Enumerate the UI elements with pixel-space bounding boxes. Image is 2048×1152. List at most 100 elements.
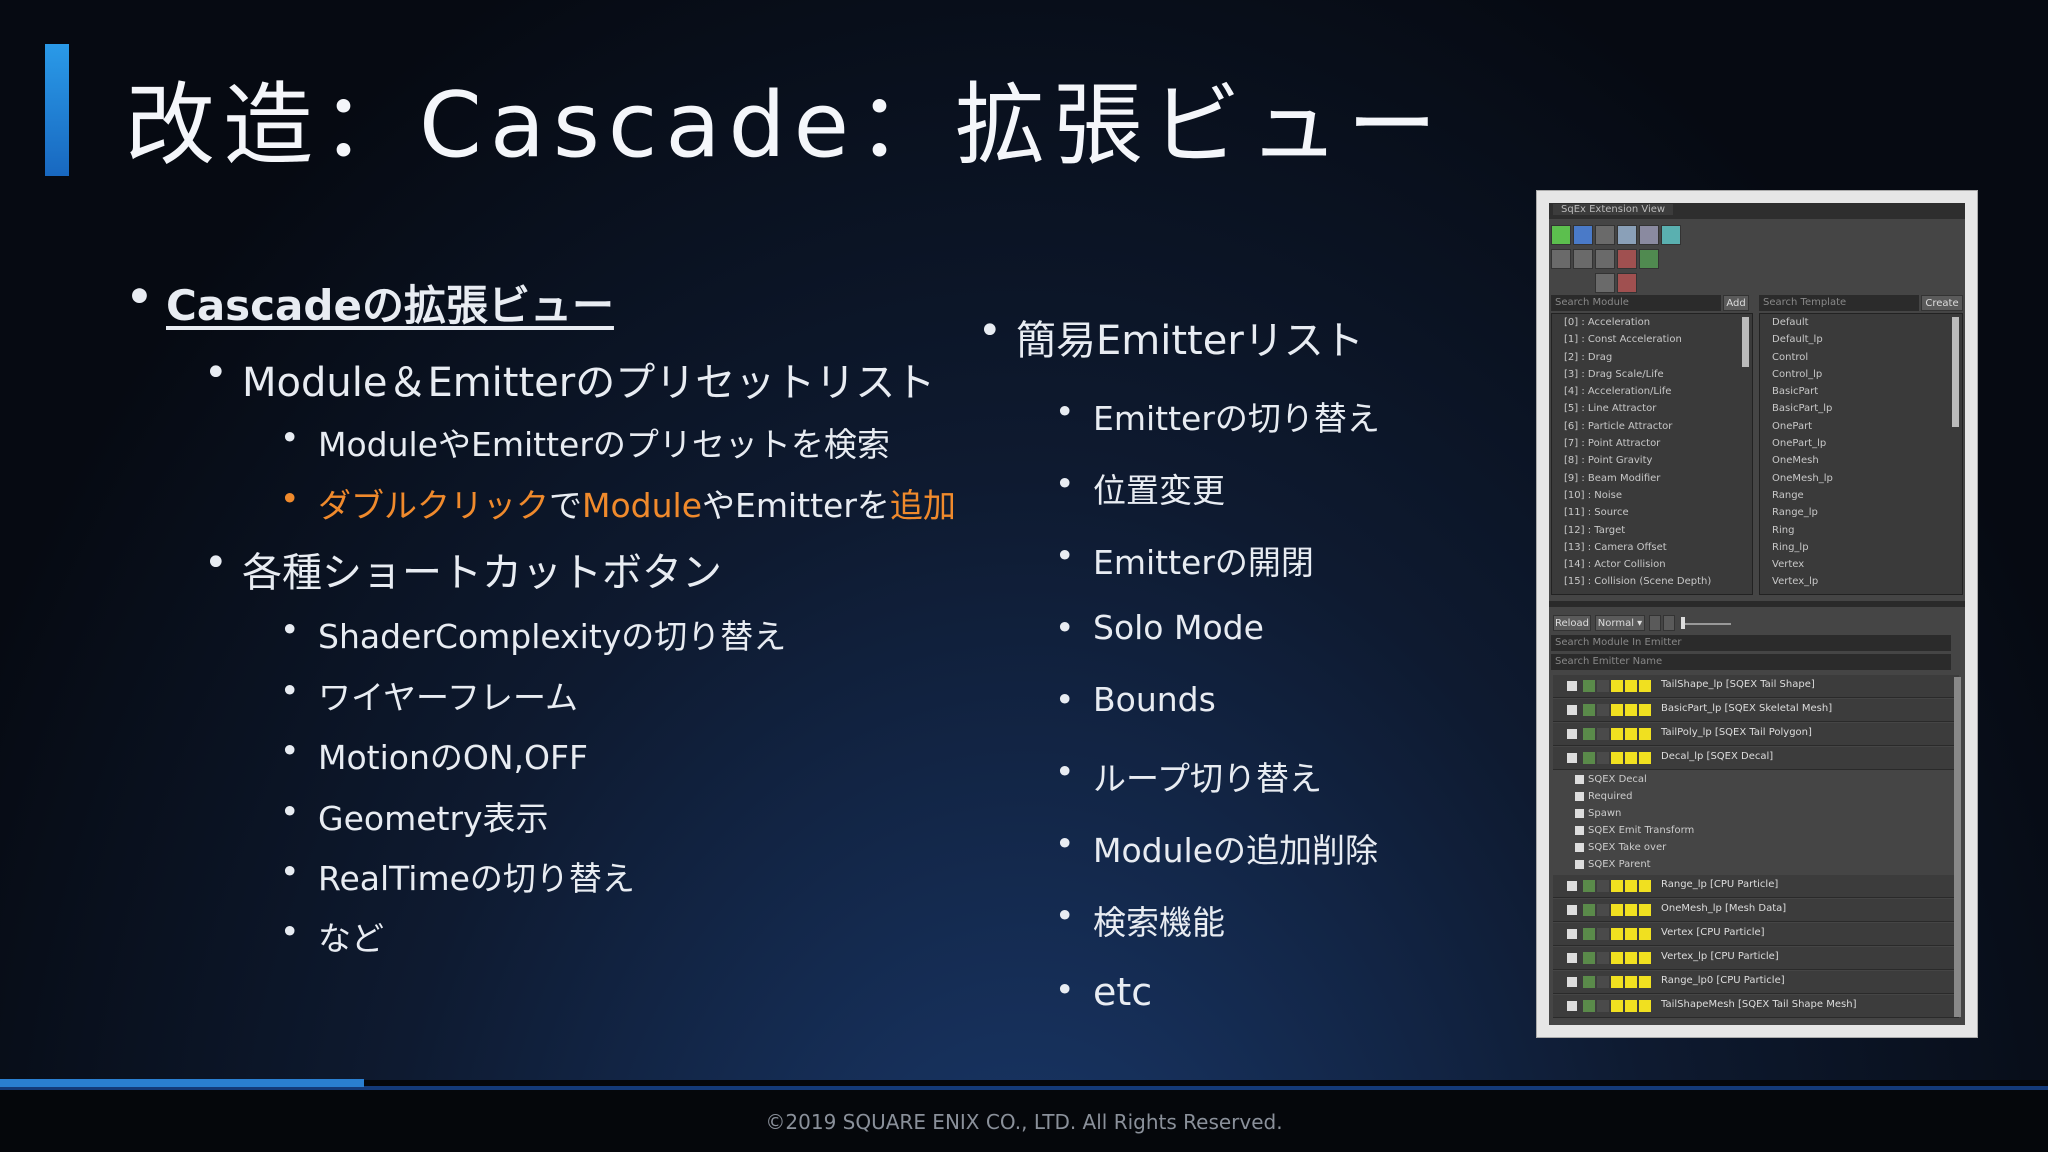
open-toggle[interactable] (1639, 728, 1651, 740)
template-list-item[interactable]: BasicPart (1760, 383, 1962, 400)
module-list-item[interactable]: [1] : Const Acceleration (1552, 331, 1752, 348)
shader-complexity-icon[interactable] (1661, 225, 1681, 245)
solo-toggle[interactable] (1583, 752, 1595, 764)
emitter-row[interactable]: Range_lp [CPU Particle] (1553, 875, 1959, 898)
toggle-icon[interactable] (1617, 273, 1637, 293)
visibility-checkbox[interactable] (1567, 929, 1577, 939)
template-list-item[interactable]: Control (1760, 349, 1962, 366)
module-checkbox[interactable] (1575, 859, 1584, 869)
emitter-module-row[interactable]: SQEX Emit Transform (1575, 822, 1955, 839)
solo-toggle[interactable] (1583, 928, 1595, 940)
solo-toggle[interactable] (1583, 880, 1595, 892)
solo-icon[interactable] (1639, 249, 1659, 269)
template-list-item[interactable]: OnePart_lp (1760, 435, 1962, 452)
up-button[interactable] (1649, 615, 1661, 631)
reload-button[interactable]: Reload (1553, 615, 1591, 631)
emitter-row[interactable]: Decal_lp [SQEX Decal] (1553, 747, 1959, 770)
loop-toggle[interactable] (1625, 1000, 1637, 1012)
solo-toggle[interactable] (1583, 728, 1595, 740)
module-checkbox[interactable] (1575, 774, 1584, 784)
module-list-item[interactable]: [14] : Actor Collision (1552, 556, 1752, 573)
enable-toggle[interactable] (1597, 880, 1609, 892)
template-list-item[interactable]: Ring (1760, 522, 1962, 539)
enable-toggle[interactable] (1597, 976, 1609, 988)
open-toggle[interactable] (1639, 976, 1651, 988)
visibility-checkbox[interactable] (1567, 881, 1577, 891)
bounds-toggle[interactable] (1611, 752, 1623, 764)
solo-toggle[interactable] (1583, 680, 1595, 692)
emitter-row[interactable]: Vertex_lp [CPU Particle] (1553, 947, 1959, 970)
enable-toggle[interactable] (1597, 728, 1609, 740)
template-list-item[interactable]: Ring_lp (1760, 539, 1962, 556)
loop-toggle[interactable] (1625, 728, 1637, 740)
bounds-toggle[interactable] (1611, 680, 1623, 692)
loop-toggle[interactable] (1625, 904, 1637, 916)
module-checkbox[interactable] (1575, 808, 1584, 818)
search-emitter-name-input[interactable]: Search Emitter Name (1551, 654, 1951, 670)
loop-toggle[interactable] (1625, 952, 1637, 964)
sphere-icon[interactable] (1573, 225, 1593, 245)
emitter-module-row[interactable]: SQEX Decal (1575, 771, 1955, 788)
enable-toggle[interactable] (1597, 928, 1609, 940)
module-list-item[interactable]: [0] : Acceleration (1552, 314, 1752, 331)
visibility-checkbox[interactable] (1567, 977, 1577, 987)
open-toggle[interactable] (1639, 952, 1651, 964)
down-button[interactable] (1663, 615, 1675, 631)
search-module-input[interactable]: Search Module (1551, 295, 1721, 311)
emitter-row[interactable]: TailPoly_lp [SQEX Tail Polygon] (1553, 723, 1959, 746)
bounds-toggle[interactable] (1611, 976, 1623, 988)
open-toggle[interactable] (1639, 928, 1651, 940)
geometry-icon[interactable] (1639, 225, 1659, 245)
module-list-item[interactable]: [7] : Point Attractor (1552, 435, 1752, 452)
search-template-input[interactable]: Search Template (1759, 295, 1919, 311)
template-list-item[interactable]: OneMesh (1760, 452, 1962, 469)
motion-icon[interactable] (1595, 225, 1615, 245)
open-toggle[interactable] (1639, 904, 1651, 916)
template-list-item[interactable]: Vertex (1760, 556, 1962, 573)
template-list-item[interactable]: OnePart (1760, 418, 1962, 435)
normal-dropdown[interactable]: Normal ▾ (1595, 615, 1645, 631)
module-list-item[interactable]: [12] : Target (1552, 522, 1752, 539)
emitter-icon[interactable] (1617, 249, 1637, 269)
emitter-list[interactable]: TailShape_lp [SQEX Tail Shape] BasicPart_… (1553, 675, 1959, 1021)
module-checkbox[interactable] (1575, 791, 1584, 801)
bounds-toggle[interactable] (1611, 952, 1623, 964)
visibility-checkbox[interactable] (1567, 729, 1577, 739)
open-toggle[interactable] (1639, 752, 1651, 764)
template-list-item[interactable]: Range_lp (1760, 504, 1962, 521)
bounds-toggle[interactable] (1611, 928, 1623, 940)
solo-toggle[interactable] (1583, 976, 1595, 988)
emitter-module-row[interactable]: Spawn (1575, 805, 1955, 822)
emitter-row[interactable]: OneMesh_lp [Mesh Data] (1553, 899, 1959, 922)
template-list-item[interactable]: Range (1760, 487, 1962, 504)
emitter-row[interactable]: TailShape_lp [SQEX Tail Shape] (1553, 675, 1959, 698)
wireframe-icon[interactable] (1617, 225, 1637, 245)
solo-toggle[interactable] (1583, 904, 1595, 916)
template-scrollbar[interactable] (1952, 317, 1959, 427)
emitter-row[interactable]: TailShapeMesh [SQEX Tail Shape Mesh] (1553, 995, 1959, 1018)
bounds-icon[interactable] (1551, 249, 1571, 269)
visibility-checkbox[interactable] (1567, 905, 1577, 915)
enable-toggle[interactable] (1597, 952, 1609, 964)
template-list-item[interactable]: Control_lp (1760, 366, 1962, 383)
loop-toggle[interactable] (1625, 704, 1637, 716)
open-toggle[interactable] (1639, 880, 1651, 892)
slider-track[interactable] (1681, 623, 1731, 625)
bounds-toggle[interactable] (1611, 728, 1623, 740)
template-list[interactable]: Default Default_lp Control Control_lp BasicP… (1759, 313, 1963, 595)
module-scrollbar[interactable] (1742, 317, 1749, 367)
enable-toggle[interactable] (1597, 1000, 1609, 1012)
open-toggle[interactable] (1639, 680, 1651, 692)
enable-toggle[interactable] (1597, 680, 1609, 692)
realtime-icon[interactable] (1551, 225, 1571, 245)
emitter-module-row[interactable]: Required (1575, 788, 1955, 805)
loop-toggle[interactable] (1625, 680, 1637, 692)
visibility-checkbox[interactable] (1567, 753, 1577, 763)
loop-icon[interactable] (1595, 273, 1615, 293)
loop-toggle[interactable] (1625, 880, 1637, 892)
emitter-row[interactable]: BasicPart_lp [SQEX Skeletal Mesh] (1553, 699, 1959, 722)
template-list-item[interactable]: Vertex_lp (1760, 573, 1962, 590)
template-list-item[interactable]: OneMesh_lp (1760, 470, 1962, 487)
emitter-row[interactable]: Vertex [CPU Particle] (1553, 923, 1959, 946)
search-module-in-emitter-input[interactable]: Search Module In Emitter (1551, 635, 1951, 651)
